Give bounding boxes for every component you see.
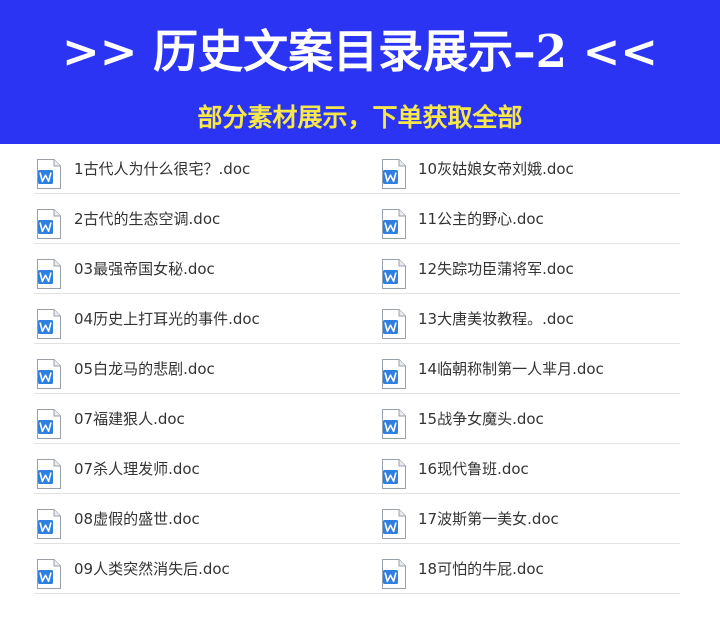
- file-name: 18可怕的牛屁.doc: [418, 560, 544, 578]
- word-doc-icon: [37, 159, 61, 189]
- file-item-left-5[interactable]: 05白龙马的悲剧.doc: [34, 344, 380, 394]
- file-name: 11公主的野心.doc: [418, 210, 544, 228]
- file-item-left-9[interactable]: 09人类突然消失后.doc: [34, 544, 380, 594]
- page-title: >> 历史文案目录展示–2 <<: [62, 25, 658, 78]
- file-item-right-5[interactable]: 14临朝称制第一人芈月.doc: [380, 344, 680, 394]
- file-name: 15战争女魔头.doc: [418, 410, 544, 428]
- file-item-left-7[interactable]: 07杀人理发师.doc: [34, 444, 380, 494]
- file-item-left-6[interactable]: 07福建狠人.doc: [34, 394, 380, 444]
- file-name: 07福建狠人.doc: [74, 410, 185, 428]
- file-name: 10灰姑娘女帝刘娥.doc: [418, 160, 574, 178]
- word-doc-icon: [382, 159, 406, 189]
- word-doc-icon: [37, 559, 61, 589]
- file-name: 17波斯第一美女.doc: [418, 510, 559, 528]
- file-item-right-7[interactable]: 16现代鲁班.doc: [380, 444, 680, 494]
- file-name: 12失踪功臣蒲将军.doc: [418, 260, 574, 278]
- word-doc-icon: [382, 459, 406, 489]
- file-name: 05白龙马的悲剧.doc: [74, 360, 215, 378]
- word-doc-icon: [37, 509, 61, 539]
- word-doc-icon: [382, 359, 406, 389]
- file-name: 1古代人为什么很宅？.doc: [74, 160, 251, 178]
- word-doc-icon: [37, 309, 61, 339]
- file-name: 08虚假的盛世.doc: [74, 510, 200, 528]
- file-item-left-4[interactable]: 04历史上打耳光的事件.doc: [34, 294, 380, 344]
- file-name: 07杀人理发师.doc: [74, 460, 200, 478]
- word-doc-icon: [382, 209, 406, 239]
- file-item-right-2[interactable]: 11公主的野心.doc: [380, 194, 680, 244]
- word-doc-icon: [382, 559, 406, 589]
- word-doc-icon: [382, 509, 406, 539]
- file-name: 16现代鲁班.doc: [418, 460, 529, 478]
- file-item-left-1[interactable]: 1古代人为什么很宅？.doc: [34, 144, 380, 194]
- file-list: 1古代人为什么很宅？.doc 2古代的生态空调.doc 03最强帝国女秘.doc…: [0, 144, 720, 621]
- file-item-right-3[interactable]: 12失踪功臣蒲将军.doc: [380, 244, 680, 294]
- file-item-right-6[interactable]: 15战争女魔头.doc: [380, 394, 680, 444]
- file-item-left-8[interactable]: 08虚假的盛世.doc: [34, 494, 380, 544]
- file-name: 14临朝称制第一人芈月.doc: [418, 360, 604, 378]
- file-item-right-4[interactable]: 13大唐美妆教程。.doc: [380, 294, 680, 344]
- file-name: 04历史上打耳光的事件.doc: [74, 310, 260, 328]
- file-name: 13大唐美妆教程。.doc: [418, 310, 574, 328]
- page-subtitle: 部分素材展示，下单获取全部: [197, 103, 523, 132]
- word-doc-icon: [37, 459, 61, 489]
- word-doc-icon: [37, 409, 61, 439]
- file-item-right-1[interactable]: 10灰姑娘女帝刘娥.doc: [380, 144, 680, 194]
- file-item-right-8[interactable]: 17波斯第一美女.doc: [380, 494, 680, 544]
- word-doc-icon: [37, 359, 61, 389]
- file-name: 2古代的生态空调.doc: [74, 210, 221, 228]
- word-doc-icon: [382, 309, 406, 339]
- word-doc-icon: [37, 259, 61, 289]
- header-banner: >> 历史文案目录展示–2 << 部分素材展示，下单获取全部: [0, 0, 720, 144]
- word-doc-icon: [37, 209, 61, 239]
- file-name: 09人类突然消失后.doc: [74, 560, 230, 578]
- file-name: 03最强帝国女秘.doc: [74, 260, 215, 278]
- file-item-right-9[interactable]: 18可怕的牛屁.doc: [380, 544, 680, 594]
- word-doc-icon: [382, 409, 406, 439]
- word-doc-icon: [382, 259, 406, 289]
- file-item-left-3[interactable]: 03最强帝国女秘.doc: [34, 244, 380, 294]
- file-item-left-2[interactable]: 2古代的生态空调.doc: [34, 194, 380, 244]
